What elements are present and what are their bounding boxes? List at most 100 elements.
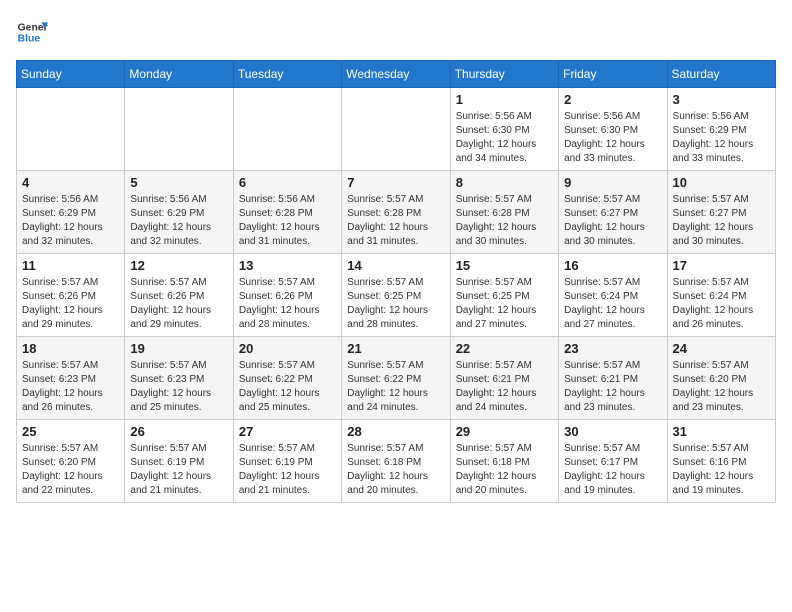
calendar-cell: 21Sunrise: 5:57 AMSunset: 6:22 PMDayligh…: [342, 337, 450, 420]
calendar-week-5: 25Sunrise: 5:57 AMSunset: 6:20 PMDayligh…: [17, 420, 776, 503]
cell-content-day-7: 7 Sunrise: 5:57 AMSunset: 6:28 PMDaylight…: [347, 175, 444, 249]
calendar-cell: [342, 88, 450, 171]
day-number: 7: [347, 175, 444, 190]
cell-content-day-2: 2 Sunrise: 5:56 AMSunset: 6:30 PMDaylight…: [564, 92, 661, 166]
day-info: Sunrise: 5:56 AMSunset: 6:30 PMDaylight:…: [456, 110, 553, 166]
day-info: Sunrise: 5:56 AMSunset: 6:29 PMDaylight:…: [130, 193, 227, 249]
cell-content-day-24: 24 Sunrise: 5:57 AMSunset: 6:20 PMDayligh…: [673, 341, 770, 415]
cell-content-day-22: 22 Sunrise: 5:57 AMSunset: 6:21 PMDayligh…: [456, 341, 553, 415]
cell-content-day-26: 26 Sunrise: 5:57 AMSunset: 6:19 PMDayligh…: [130, 424, 227, 498]
cell-content-day-6: 6Sunrise: 5:56 AMSunset: 6:28 PMDaylight…: [239, 175, 336, 249]
cell-content-day-21: 21Sunrise: 5:57 AMSunset: 6:22 PMDayligh…: [347, 341, 444, 415]
cell-content-day-9: 9Sunrise: 5:57 AMSunset: 6:27 PMDaylight…: [564, 175, 661, 249]
day-info: Sunrise: 5:57 AMSunset: 6:18 PMDaylight:…: [347, 442, 444, 498]
calendar-cell: 24 Sunrise: 5:57 AMSunset: 6:20 PMDayligh…: [667, 337, 775, 420]
day-number: 18: [22, 341, 119, 356]
calendar-cell: 10Sunrise: 5:57 AMSunset: 6:27 PMDayligh…: [667, 171, 775, 254]
day-info: Sunrise: 5:57 AMSunset: 6:26 PMDaylight:…: [22, 276, 119, 332]
calendar-cell: [17, 88, 125, 171]
calendar-cell: 1 Sunrise: 5:56 AMSunset: 6:30 PMDaylight…: [450, 88, 558, 171]
cell-content-day-31: 31Sunrise: 5:57 AMSunset: 6:16 PMDayligh…: [673, 424, 770, 498]
day-number: 23: [564, 341, 661, 356]
day-number: 1: [456, 92, 553, 107]
day-info: Sunrise: 5:56 AMSunset: 6:29 PMDaylight:…: [673, 110, 770, 166]
header-day-thursday: Thursday: [450, 61, 558, 88]
header-day-monday: Monday: [125, 61, 233, 88]
calendar-cell: 17Sunrise: 5:57 AMSunset: 6:24 PMDayligh…: [667, 254, 775, 337]
day-info: Sunrise: 5:57 AMSunset: 6:19 PMDaylight:…: [130, 442, 227, 498]
calendar-cell: 25Sunrise: 5:57 AMSunset: 6:20 PMDayligh…: [17, 420, 125, 503]
cell-content-day-25: 25Sunrise: 5:57 AMSunset: 6:20 PMDayligh…: [22, 424, 119, 498]
calendar-table: SundayMondayTuesdayWednesdayThursdayFrid…: [16, 60, 776, 503]
svg-text:Blue: Blue: [18, 34, 41, 45]
day-info: Sunrise: 5:57 AMSunset: 6:22 PMDaylight:…: [347, 359, 444, 415]
day-number: 28: [347, 424, 444, 439]
day-info: Sunrise: 5:56 AMSunset: 6:29 PMDaylight:…: [22, 193, 119, 249]
cell-content-day-23: 23 Sunrise: 5:57 AMSunset: 6:21 PMDayligh…: [564, 341, 661, 415]
cell-content-day-11: 11Sunrise: 5:57 AMSunset: 6:26 PMDayligh…: [22, 258, 119, 332]
calendar-cell: 23 Sunrise: 5:57 AMSunset: 6:21 PMDayligh…: [559, 337, 667, 420]
calendar-cell: 20 Sunrise: 5:57 AMSunset: 6:22 PMDayligh…: [233, 337, 341, 420]
calendar-cell: [125, 88, 233, 171]
calendar-cell: 15Sunrise: 5:57 AMSunset: 6:25 PMDayligh…: [450, 254, 558, 337]
cell-content-day-30: 30Sunrise: 5:57 AMSunset: 6:17 PMDayligh…: [564, 424, 661, 498]
day-info: Sunrise: 5:57 AMSunset: 6:20 PMDaylight:…: [22, 442, 119, 498]
day-info: Sunrise: 5:57 AMSunset: 6:26 PMDaylight:…: [239, 276, 336, 332]
day-info: Sunrise: 5:57 AMSunset: 6:28 PMDaylight:…: [347, 193, 444, 249]
day-info: Sunrise: 5:57 AMSunset: 6:18 PMDaylight:…: [456, 442, 553, 498]
header: General Blue: [16, 16, 776, 48]
day-info: Sunrise: 5:57 AMSunset: 6:27 PMDaylight:…: [673, 193, 770, 249]
cell-content-day-10: 10Sunrise: 5:57 AMSunset: 6:27 PMDayligh…: [673, 175, 770, 249]
calendar-cell: 5Sunrise: 5:56 AMSunset: 6:29 PMDaylight…: [125, 171, 233, 254]
day-info: Sunrise: 5:57 AMSunset: 6:21 PMDaylight:…: [564, 359, 661, 415]
day-info: Sunrise: 5:57 AMSunset: 6:25 PMDaylight:…: [347, 276, 444, 332]
calendar-cell: 31Sunrise: 5:57 AMSunset: 6:16 PMDayligh…: [667, 420, 775, 503]
calendar-cell: 16Sunrise: 5:57 AMSunset: 6:24 PMDayligh…: [559, 254, 667, 337]
calendar-cell: [233, 88, 341, 171]
day-number: 22: [456, 341, 553, 356]
cell-content-day-16: 16Sunrise: 5:57 AMSunset: 6:24 PMDayligh…: [564, 258, 661, 332]
cell-content-day-13: 13Sunrise: 5:57 AMSunset: 6:26 PMDayligh…: [239, 258, 336, 332]
calendar-cell: 19Sunrise: 5:57 AMSunset: 6:23 PMDayligh…: [125, 337, 233, 420]
day-number: 20: [239, 341, 336, 356]
cell-content-day-8: 8Sunrise: 5:57 AMSunset: 6:28 PMDaylight…: [456, 175, 553, 249]
cell-content-day-20: 20 Sunrise: 5:57 AMSunset: 6:22 PMDayligh…: [239, 341, 336, 415]
calendar-cell: 2 Sunrise: 5:56 AMSunset: 6:30 PMDaylight…: [559, 88, 667, 171]
calendar-cell: 18Sunrise: 5:57 AMSunset: 6:23 PMDayligh…: [17, 337, 125, 420]
header-day-wednesday: Wednesday: [342, 61, 450, 88]
day-info: Sunrise: 5:57 AMSunset: 6:22 PMDaylight:…: [239, 359, 336, 415]
calendar-cell: 29Sunrise: 5:57 AMSunset: 6:18 PMDayligh…: [450, 420, 558, 503]
calendar-week-1: 1 Sunrise: 5:56 AMSunset: 6:30 PMDaylight…: [17, 88, 776, 171]
cell-content-day-3: 3 Sunrise: 5:56 AMSunset: 6:29 PMDaylight…: [673, 92, 770, 166]
day-number: 24: [673, 341, 770, 356]
cell-content-day-14: 14 Sunrise: 5:57 AMSunset: 6:25 PMDayligh…: [347, 258, 444, 332]
cell-content-day-29: 29Sunrise: 5:57 AMSunset: 6:18 PMDayligh…: [456, 424, 553, 498]
day-info: Sunrise: 5:57 AMSunset: 6:20 PMDaylight:…: [673, 359, 770, 415]
day-number: 27: [239, 424, 336, 439]
cell-content-day-15: 15Sunrise: 5:57 AMSunset: 6:25 PMDayligh…: [456, 258, 553, 332]
day-info: Sunrise: 5:57 AMSunset: 6:23 PMDaylight:…: [130, 359, 227, 415]
calendar-cell: 6Sunrise: 5:56 AMSunset: 6:28 PMDaylight…: [233, 171, 341, 254]
calendar-cell: 3 Sunrise: 5:56 AMSunset: 6:29 PMDaylight…: [667, 88, 775, 171]
calendar-cell: 8Sunrise: 5:57 AMSunset: 6:28 PMDaylight…: [450, 171, 558, 254]
day-number: 8: [456, 175, 553, 190]
cell-content-day-12: 12Sunrise: 5:57 AMSunset: 6:26 PMDayligh…: [130, 258, 227, 332]
day-info: Sunrise: 5:57 AMSunset: 6:24 PMDaylight:…: [673, 276, 770, 332]
cell-content-day-18: 18Sunrise: 5:57 AMSunset: 6:23 PMDayligh…: [22, 341, 119, 415]
day-info: Sunrise: 5:57 AMSunset: 6:21 PMDaylight:…: [456, 359, 553, 415]
day-info: Sunrise: 5:56 AMSunset: 6:30 PMDaylight:…: [564, 110, 661, 166]
day-number: 14: [347, 258, 444, 273]
day-info: Sunrise: 5:56 AMSunset: 6:28 PMDaylight:…: [239, 193, 336, 249]
day-number: 3: [673, 92, 770, 107]
header-day-sunday: Sunday: [17, 61, 125, 88]
day-number: 4: [22, 175, 119, 190]
day-info: Sunrise: 5:57 AMSunset: 6:17 PMDaylight:…: [564, 442, 661, 498]
calendar-cell: 26 Sunrise: 5:57 AMSunset: 6:19 PMDayligh…: [125, 420, 233, 503]
calendar-week-2: 4 Sunrise: 5:56 AMSunset: 6:29 PMDaylight…: [17, 171, 776, 254]
day-number: 2: [564, 92, 661, 107]
day-number: 16: [564, 258, 661, 273]
day-number: 26: [130, 424, 227, 439]
day-number: 31: [673, 424, 770, 439]
day-number: 9: [564, 175, 661, 190]
calendar-header: SundayMondayTuesdayWednesdayThursdayFrid…: [17, 61, 776, 88]
